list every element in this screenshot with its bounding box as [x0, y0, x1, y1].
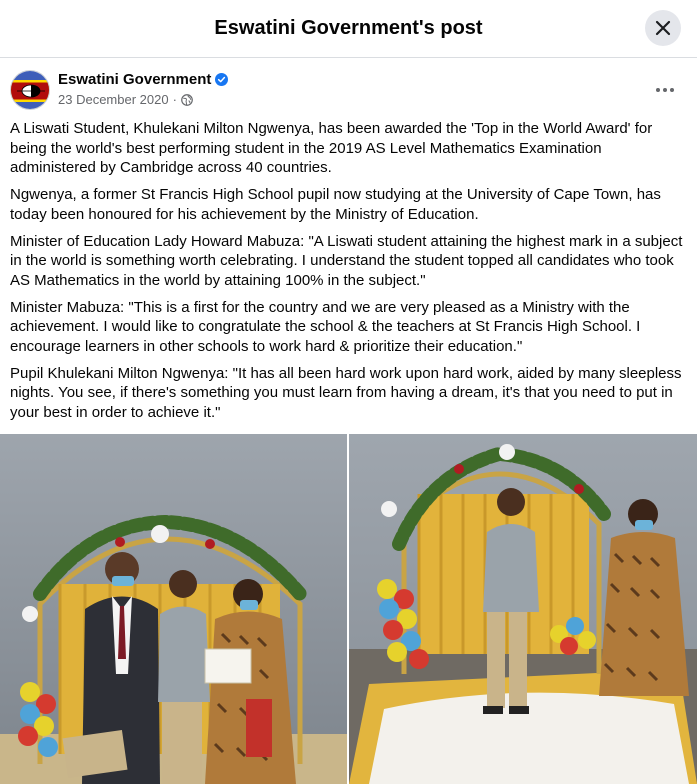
post-photo-standing[interactable]: [349, 434, 697, 784]
dialog-title: Eswatini Government's post: [214, 17, 483, 39]
close-icon: [655, 20, 671, 36]
globe-icon[interactable]: [181, 93, 193, 106]
author-row: Eswatini Government: [58, 71, 229, 88]
post-paragraph: Minister Mabuza: "This is a first for th…: [10, 298, 641, 356]
avatar[interactable]: [10, 70, 50, 110]
more-options-icon: [656, 88, 674, 92]
photo-image: [0, 434, 347, 784]
post-photo-certificate[interactable]: [0, 434, 347, 784]
post-paragraph: A Liswati Student, Khulekani Milton Ngwe…: [10, 120, 653, 177]
post-paragraph: Ngwenya, a former St Francis High School…: [10, 186, 661, 223]
post-paragraph: Pupil Khulekani Milton Ngwenya: "It has …: [10, 364, 682, 422]
author-name[interactable]: Eswatini Government: [58, 71, 211, 88]
eswatini-flag-avatar: [11, 71, 49, 109]
dialog-header: Eswatini Government's post: [0, 0, 697, 58]
verified-badge-icon: [215, 73, 229, 86]
photo-image: [349, 434, 697, 784]
post-photos: [0, 434, 697, 784]
close-button[interactable]: [645, 10, 681, 46]
more-options-button[interactable]: [651, 78, 679, 102]
post-paragraph: Minister of Education Lady Howard Mabuza…: [10, 232, 683, 289]
post-date[interactable]: 23 December 2020: [58, 92, 169, 107]
post-header: Eswatini Government 23 December 2020 ·: [10, 70, 687, 112]
post-meta: 23 December 2020 ·: [58, 92, 193, 107]
meta-separator: ·: [172, 92, 177, 107]
post-text: A Liswati Student, Khulekani Milton Ngwe…: [10, 119, 688, 430]
